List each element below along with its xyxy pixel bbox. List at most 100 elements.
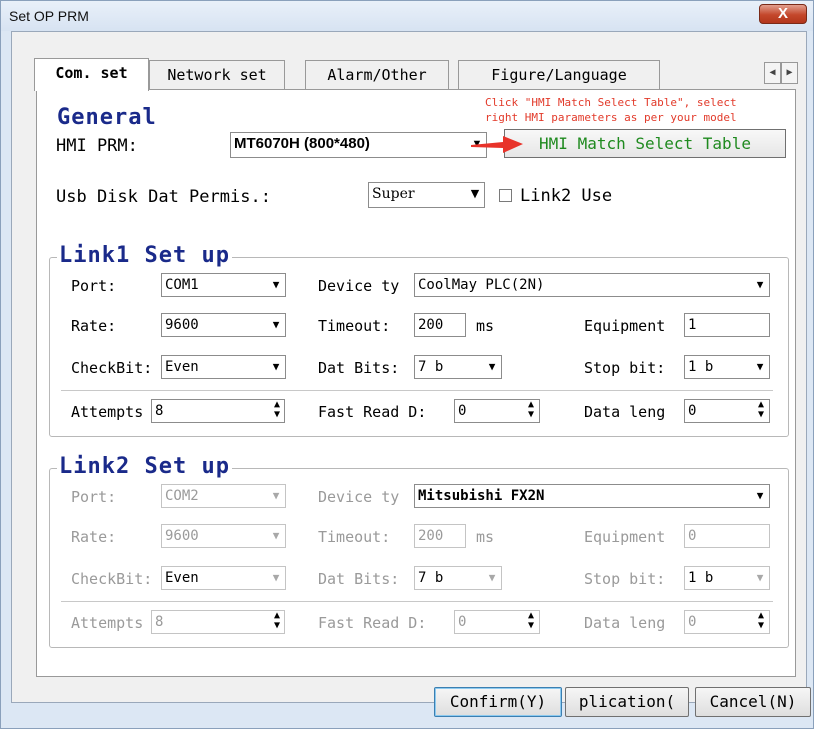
link2-attempts-field: 8 bbox=[151, 610, 285, 634]
link2-port-value: COM2 bbox=[165, 488, 199, 504]
tab-network-set[interactable]: Network set bbox=[149, 60, 285, 90]
link2-stopbit-select: 1 b ▼ bbox=[684, 566, 770, 590]
link1-rate-value: 9600 bbox=[165, 317, 199, 333]
chevron-down-icon: ▼ bbox=[488, 360, 496, 373]
hmi-prm-label: HMI PRM: bbox=[56, 136, 138, 156]
link2-use-checkbox[interactable] bbox=[499, 189, 512, 202]
link1-equipment-field[interactable]: 1 bbox=[684, 313, 770, 337]
link1-attempts-spinner-icon[interactable]: ▲ ▼ bbox=[268, 400, 286, 422]
link2-port-select: COM2 ▼ bbox=[161, 484, 286, 508]
link2-equipment-field: 0 bbox=[684, 524, 770, 548]
link2-divider bbox=[61, 601, 773, 603]
link1-checkbit-select[interactable]: Even ▼ bbox=[161, 355, 286, 379]
link2-checkbit-label: CheckBit: bbox=[71, 570, 153, 588]
link1-rate-label: Rate: bbox=[71, 317, 117, 335]
link1-device-select[interactable]: CoolMay PLC(2N) ▼ bbox=[414, 273, 770, 297]
link1-fastread-spinner-icon[interactable]: ▲ ▼ bbox=[522, 400, 540, 422]
link1-stopbit-label: Stop bit: bbox=[584, 359, 666, 377]
link1-device-label: Device ty bbox=[318, 277, 400, 295]
link1-rate-select[interactable]: 9600 ▼ bbox=[161, 313, 286, 337]
link2-title: Link2 Set up bbox=[57, 454, 232, 479]
link2-datbits-select: 7 b ▼ bbox=[414, 566, 502, 590]
link1-title: Link1 Set up bbox=[57, 243, 232, 268]
link1-fastread-label: Fast Read D: bbox=[318, 403, 427, 421]
usb-permission-label: Usb Disk Dat Permis.: bbox=[56, 187, 271, 207]
chevron-down-icon: ▼ bbox=[756, 278, 764, 291]
link1-datalen-spinner-icon[interactable]: ▲ ▼ bbox=[752, 400, 770, 422]
link2-stopbit-label: Stop bit: bbox=[584, 570, 666, 588]
tab-label: Figure/Language bbox=[491, 66, 627, 84]
chevron-down-icon: ▼ bbox=[272, 489, 280, 502]
dialog-window: Set OP PRM X Com. set Network set Alarm/… bbox=[0, 0, 814, 729]
link1-datbits-value: 7 b bbox=[418, 359, 444, 375]
match-button-label: HMI Match Select Table bbox=[539, 134, 751, 153]
link2-datbits-label: Dat Bits: bbox=[318, 570, 400, 588]
tab-scroll-left-icon[interactable]: ◀ bbox=[764, 62, 781, 84]
link2-checkbit-value: Even bbox=[165, 570, 199, 586]
apply-button[interactable]: plication( bbox=[565, 687, 689, 717]
cancel-label: Cancel(N) bbox=[709, 692, 797, 711]
link2-datalen-label: Data leng bbox=[584, 614, 666, 632]
usb-permission-select[interactable]: Super ▼ bbox=[368, 182, 485, 208]
tab-com-set[interactable]: Com. set bbox=[34, 58, 149, 91]
chevron-down-icon: ▼ bbox=[272, 571, 280, 584]
link1-timeout-label: Timeout: bbox=[318, 317, 391, 335]
link2-use-label: Link2 Use bbox=[520, 186, 613, 206]
link2-rate-label: Rate: bbox=[71, 528, 117, 546]
cancel-button[interactable]: Cancel(N) bbox=[695, 687, 811, 717]
title-bar[interactable]: Set OP PRM X bbox=[1, 1, 813, 31]
link1-datbits-label: Dat Bits: bbox=[318, 359, 400, 377]
usb-permission-value: Super bbox=[372, 186, 415, 202]
confirm-button[interactable]: Confirm(Y) bbox=[434, 687, 562, 717]
tab-label: Com. set bbox=[55, 64, 128, 82]
hmi-match-select-table-button[interactable]: HMI Match Select Table bbox=[504, 129, 786, 158]
link1-datbits-select[interactable]: 7 b ▼ bbox=[414, 355, 502, 379]
link2-rate-value: 9600 bbox=[165, 528, 199, 544]
link2-device-label: Device ty bbox=[318, 488, 400, 506]
chevron-down-icon: ▼ bbox=[756, 489, 764, 502]
link1-attempts-field[interactable]: 8 bbox=[151, 399, 285, 423]
left-arrow-icon: ◀ bbox=[769, 67, 776, 78]
tab-figure-language[interactable]: Figure/Language bbox=[458, 60, 660, 90]
match-note: Click "HMI Match Select Table", select r… bbox=[485, 95, 797, 125]
arrow-right-icon bbox=[471, 136, 523, 153]
link1-attempts-label: Attempts bbox=[71, 403, 144, 421]
general-title: General bbox=[55, 105, 159, 130]
confirm-label: Confirm(Y) bbox=[449, 692, 547, 711]
link1-device-value: CoolMay PLC(2N) bbox=[418, 277, 545, 293]
tab-scroll-right-icon[interactable]: ▶ bbox=[781, 62, 798, 84]
link1-port-label: Port: bbox=[71, 277, 117, 295]
link2-equipment-label: Equipment bbox=[584, 528, 666, 546]
link1-timeout-unit: ms bbox=[476, 317, 495, 335]
link2-rate-select: 9600 ▼ bbox=[161, 524, 286, 548]
link1-stopbit-select[interactable]: 1 b ▼ bbox=[684, 355, 770, 379]
window-title: Set OP PRM bbox=[9, 8, 89, 24]
link2-fastread-spinner-icon: ▲ ▼ bbox=[527, 610, 535, 631]
link1-checkbit-label: CheckBit: bbox=[71, 359, 153, 377]
chevron-down-icon: ▼ bbox=[272, 278, 280, 291]
link2-device-select[interactable]: Mitsubishi FX2N ▼ bbox=[414, 484, 770, 508]
link1-port-select[interactable]: COM1 ▼ bbox=[161, 273, 286, 297]
note-line: Click "HMI Match Select Table", select bbox=[485, 96, 737, 109]
chevron-down-icon: ▼ bbox=[272, 360, 280, 373]
link1-port-value: COM1 bbox=[165, 277, 199, 293]
link1-equipment-label: Equipment bbox=[584, 317, 666, 335]
hmi-prm-select[interactable]: MT6070H (800*480) ▼ bbox=[230, 132, 487, 158]
chevron-down-icon: ▼ bbox=[470, 187, 480, 200]
note-line: right HMI parameters as per your model bbox=[485, 111, 737, 124]
link1-datalen-label: Data leng bbox=[584, 403, 666, 421]
link2-timeout-unit: ms bbox=[476, 528, 495, 546]
chevron-down-icon: ▼ bbox=[488, 571, 496, 584]
link2-checkbit-select: Even ▼ bbox=[161, 566, 286, 590]
tab-label: Network set bbox=[167, 66, 267, 84]
link2-timeout-label: Timeout: bbox=[318, 528, 391, 546]
link2-timeout-field: 200 bbox=[414, 524, 466, 548]
link2-attempts-label: Attempts bbox=[71, 614, 144, 632]
link2-datalen-spinner-icon: ▲ ▼ bbox=[757, 610, 765, 631]
chevron-down-icon: ▼ bbox=[756, 360, 764, 373]
tab-alarm-other[interactable]: Alarm/Other bbox=[305, 60, 449, 90]
link1-timeout-field[interactable]: 200 bbox=[414, 313, 466, 337]
link2-datbits-value: 7 b bbox=[418, 570, 444, 586]
close-button[interactable]: X bbox=[759, 4, 807, 24]
link1-stopbit-value: 1 b bbox=[688, 359, 714, 375]
